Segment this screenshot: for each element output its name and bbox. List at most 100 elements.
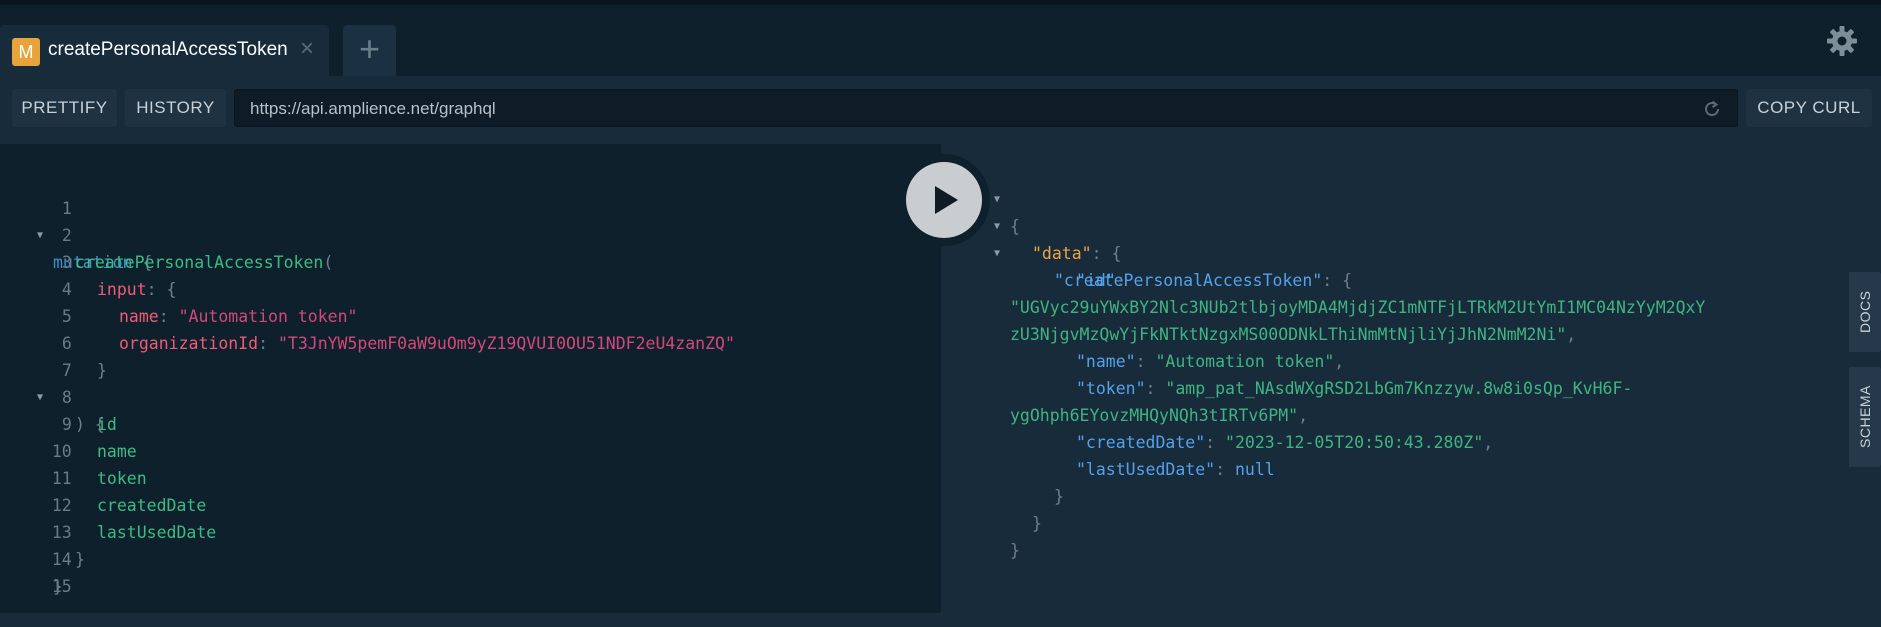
close-icon[interactable]: × <box>300 35 314 63</box>
json-brace: } <box>1010 541 1020 560</box>
result-line: "name": "Automation token", <box>941 321 1344 371</box>
argument-name: name <box>119 307 159 326</box>
argument-input: input <box>97 280 147 299</box>
code-line: 5 organizationId: "T3JnYW5pemF0aW9uOm9yZ… <box>0 276 735 353</box>
line-number: 14 <box>51 550 72 569</box>
json-brace: } <box>1054 487 1064 506</box>
json-punct: : <box>1215 460 1235 479</box>
punctuation: ( <box>323 253 334 272</box>
endpoint-url-input[interactable]: https://api.amplience.net/graphql <box>234 89 1738 127</box>
line-number: 5 <box>61 307 72 326</box>
json-punct: : <box>1145 379 1166 398</box>
gear-icon[interactable] <box>1826 25 1858 57</box>
json-key-name: "name" <box>1076 352 1136 371</box>
fold-arrow-icon[interactable]: ▼ <box>994 213 1000 240</box>
docs-button[interactable]: DOCS <box>1849 272 1881 352</box>
code-line: 12 lastUsedDate <box>0 465 216 542</box>
json-value-token: "amp_pat_NAsdWXgRSD2LbGm7Knzzyw.8w8i0sQp… <box>1165 379 1633 398</box>
code-line: 9 name <box>0 384 137 461</box>
selection-field: createdDate <box>97 496 207 515</box>
reload-icon[interactable] <box>1701 98 1723 120</box>
line-number: 11 <box>51 469 72 488</box>
result-line: "lastUsedDate": null <box>941 429 1275 479</box>
line-number: 1 <box>61 199 72 218</box>
json-punct: , <box>1566 325 1577 344</box>
tab-createPersonalAccessToken[interactable]: M createPersonalAccessToken × <box>0 25 329 76</box>
line-number: 3 <box>61 253 72 272</box>
line-number: 12 <box>51 496 72 515</box>
result-line: } <box>941 483 1042 533</box>
execute-query-button[interactable] <box>898 154 990 246</box>
play-button-face <box>906 162 982 238</box>
result-viewer: ▼ { ▼ "data": { ▼ "createPersonalAccessT… <box>941 144 1850 613</box>
selection-field: name <box>97 442 137 461</box>
json-punct: : { <box>1091 244 1122 263</box>
schema-button[interactable]: SCHEMA <box>1849 367 1881 467</box>
json-key-createdDate: "createdDate" <box>1076 433 1206 452</box>
code-line: 7 ▼ ) { <box>0 330 105 434</box>
punctuation: } <box>97 361 107 380</box>
selection-field: id <box>97 415 117 434</box>
copy-curl-button[interactable]: COPY CURL <box>1746 89 1872 127</box>
result-line: } <box>941 456 1064 506</box>
json-key-lastUsedDate: "lastUsedDate" <box>1076 460 1216 479</box>
code-line: 14 } <box>0 519 72 596</box>
history-button[interactable]: HISTORY <box>125 89 226 127</box>
argument-organizationId: organizationId <box>119 334 259 353</box>
json-value-name: "Automation token" <box>1155 352 1335 371</box>
line-number: 6 <box>61 334 72 353</box>
json-brace: { <box>1010 217 1020 236</box>
line-number: 9 <box>61 415 72 434</box>
line-number: 8 <box>61 388 72 407</box>
mutation-badge: M <box>12 38 40 66</box>
json-punct: , <box>1334 352 1345 371</box>
line-number: 10 <box>51 442 72 461</box>
json-brace: } <box>1032 514 1042 533</box>
json-punct: : <box>1205 433 1226 452</box>
punctuation: : <box>258 334 278 353</box>
line-number: 15 <box>51 577 72 596</box>
add-tab-button[interactable]: + <box>343 25 396 76</box>
result-line: "UGVyc29uYWxBY2Nlc3NUb2tlbjoyMDA4MjdjZC1… <box>941 267 1705 317</box>
code-line: 11 createdDate <box>0 438 206 515</box>
code-line: 8 id <box>0 357 117 434</box>
prettify-button[interactable]: PRETTIFY <box>12 89 117 127</box>
tab-label: createPersonalAccessToken <box>48 39 288 60</box>
fold-arrow-icon[interactable]: ▼ <box>994 240 1000 267</box>
endpoint-url-text: https://api.amplience.net/graphql <box>250 99 496 118</box>
code-line: 13 } <box>0 492 85 569</box>
play-icon <box>935 186 958 214</box>
selection-field: lastUsedDate <box>97 523 217 542</box>
json-key-token: "token" <box>1076 379 1146 398</box>
line-number: 2 <box>61 226 72 245</box>
line-number: 4 <box>61 280 72 299</box>
json-key-id: "id" <box>1076 271 1116 290</box>
json-value-id-cont: zU3NjgvMzQwYjFkNTktNzgxMS00ODNkLThiNmMtN… <box>1010 325 1567 344</box>
string-value: "T3JnYW5pemF0aW9uOm9yZ19QVUI0OU51NDF2eU4… <box>277 334 735 353</box>
query-editor[interactable]: 1 ▼ mutation { 2 createPersonalAccessTok… <box>0 144 941 613</box>
json-value-id: "UGVyc29uYWxBY2Nlc3NUb2tlbjoyMDA4MjdjZC1… <box>1010 298 1706 317</box>
code-line: 1 ▼ mutation { <box>0 168 152 272</box>
result-line: } <box>941 510 1020 560</box>
punctuation: } <box>75 550 85 569</box>
json-punct: : { <box>1322 271 1353 290</box>
result-line: "token": "amp_pat_NAsdWXgRSD2LbGm7Knzzyw… <box>941 348 1632 398</box>
json-key-data: "data" <box>1032 244 1092 263</box>
selection-field: token <box>97 469 147 488</box>
json-value-createdDate: "2023-12-05T20:50:43.280Z" <box>1225 433 1484 452</box>
json-punct: , <box>1298 406 1309 425</box>
string-value: "Automation token" <box>178 307 358 326</box>
code-line: 10 token <box>0 411 147 488</box>
json-punct: , <box>1483 433 1494 452</box>
mutation-field: createPersonalAccessToken <box>75 253 324 272</box>
result-line: "createdDate": "2023-12-05T20:50:43.280Z… <box>941 402 1493 452</box>
code-line: 3 input: { <box>0 222 177 299</box>
toolbar: PRETTIFY HISTORY https://api.amplience.n… <box>0 76 1881 144</box>
code-line: 15 <box>0 546 72 596</box>
code-line: 2 createPersonalAccessToken( <box>0 195 333 272</box>
tab-bar: M createPersonalAccessToken × + <box>0 5 1881 76</box>
json-punct: : <box>1115 271 1126 290</box>
json-value-token-cont: ygOhph6EYovzMHQyNQh3tIRTv6PM" <box>1010 406 1299 425</box>
fold-arrow-icon[interactable]: ▼ <box>994 186 1000 213</box>
code-line: 4 name: "Automation token" <box>0 249 358 326</box>
